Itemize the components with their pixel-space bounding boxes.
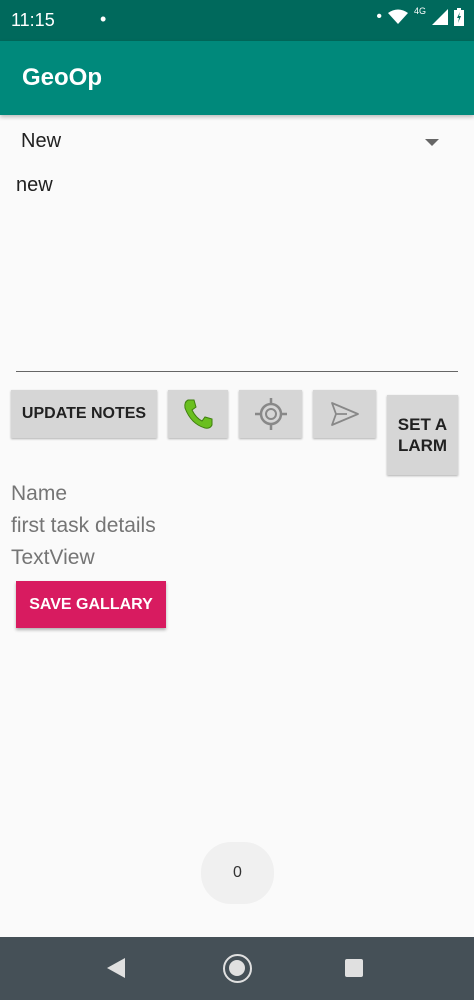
locate-button[interactable] [239, 390, 302, 438]
task-textview: TextView [11, 546, 95, 569]
dropdown-arrow-icon [425, 139, 439, 146]
recent-apps-icon[interactable] [345, 959, 363, 977]
wifi-icon [387, 9, 408, 24]
notification-dot-icon: • [376, 8, 382, 25]
signal-icon [432, 9, 448, 25]
home-icon[interactable] [223, 954, 252, 983]
notes-input[interactable]: new [16, 168, 458, 372]
network-type: 4G [413, 6, 426, 16]
save-gallery-button[interactable]: SAVE GALLARY [16, 581, 166, 628]
back-icon[interactable] [107, 958, 125, 978]
status-icons: • 4G [376, 6, 464, 26]
gps-target-icon [254, 398, 287, 430]
status-bar: 11:15 • • 4G [0, 0, 474, 41]
navigation-bar [0, 937, 474, 1000]
update-notes-button[interactable]: UPDATE NOTES [11, 390, 157, 438]
status-time: 11:15 [11, 10, 55, 30]
app-bar: GeoOp [0, 41, 474, 115]
send-button[interactable] [313, 390, 376, 438]
send-icon [330, 402, 359, 426]
notification-dot-icon: • [100, 9, 107, 29]
counter-badge[interactable]: 0 [201, 842, 274, 904]
spinner-selected-value: New [21, 130, 62, 152]
call-button[interactable] [168, 390, 228, 438]
battery-icon [454, 8, 464, 26]
task-name: Name [11, 482, 68, 505]
status-spinner[interactable]: New [0, 122, 474, 162]
task-details: first task details [11, 514, 156, 537]
phone-icon [184, 399, 213, 429]
app-title: GeoOp [22, 64, 103, 91]
set-alarm-button[interactable]: SET ALARM [387, 395, 458, 475]
